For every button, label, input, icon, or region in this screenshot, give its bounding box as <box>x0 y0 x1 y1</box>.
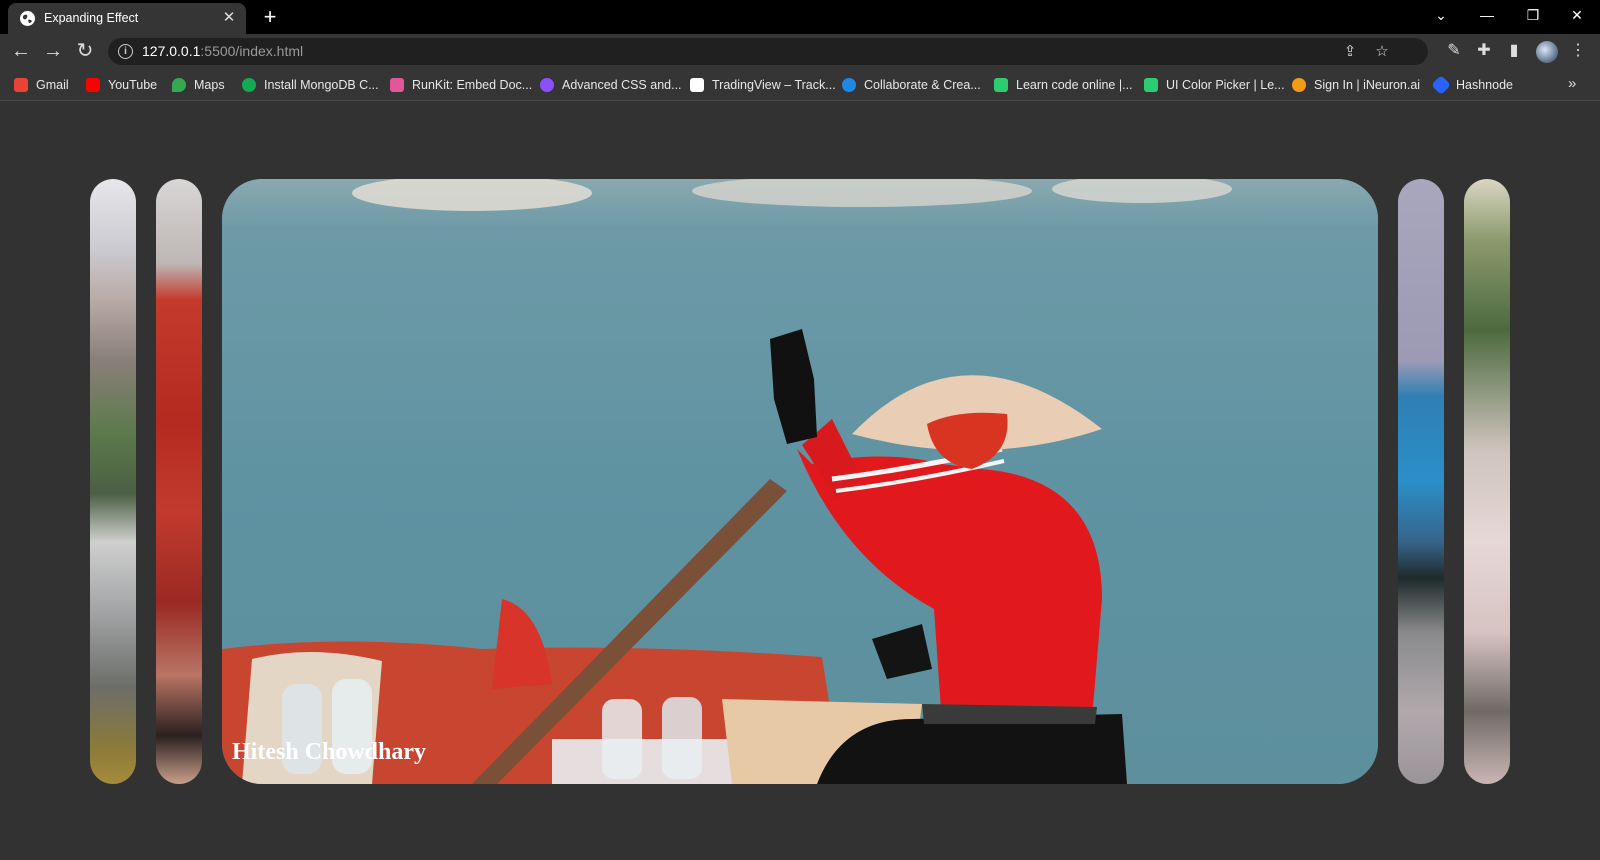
bookmark-item[interactable]: Hashnode <box>1431 75 1513 95</box>
minimize-button[interactable]: — <box>1464 0 1510 30</box>
tab-title: Expanding Effect <box>44 11 139 25</box>
bookmark-item[interactable]: Advanced CSS and... <box>540 76 682 94</box>
bookmark-item[interactable]: TradingView – Track... <box>690 76 836 94</box>
bookmark-item[interactable]: Install MongoDB C... <box>242 76 379 94</box>
share-icon[interactable]: ⇪ <box>1340 42 1360 62</box>
youtube-icon <box>86 78 100 92</box>
bookmark-label: Collaborate & Crea... <box>864 78 981 92</box>
bookmark-item[interactable]: YouTube <box>86 76 157 94</box>
bookmark-label: Learn code online |... <box>1016 78 1133 92</box>
browser-toolbar: ← → ↻ i 127.0.0.1:5500/index.html ⇪ ☆ ✎ … <box>0 34 1600 68</box>
more-bookmarks-icon[interactable]: » <box>1568 75 1576 92</box>
bookmarks-bar: Gmail YouTube Maps Install MongoDB C... … <box>0 68 1600 101</box>
close-window-button[interactable]: ✕ <box>1554 0 1600 30</box>
bookmark-item[interactable]: UI Color Picker | Le... <box>1144 76 1285 94</box>
bookmark-item[interactable]: Sign In | iNeuron.ai <box>1292 76 1420 94</box>
reload-button[interactable]: ↻ <box>72 39 98 63</box>
new-tab-button[interactable]: + <box>258 5 282 29</box>
url-host: 127.0.0.1 <box>142 43 201 59</box>
bookmark-label: YouTube <box>108 78 158 92</box>
bookmark-label: Maps <box>194 78 225 92</box>
side-panel-icon[interactable]: ▮ <box>1504 41 1524 61</box>
tradingview-icon <box>690 78 704 92</box>
mongodb-icon <box>242 78 256 92</box>
profile-avatar[interactable] <box>1536 41 1558 63</box>
colorpicker-icon <box>1144 78 1158 92</box>
bookmark-label: UI Color Picker | Le... <box>1166 78 1285 92</box>
restore-button[interactable]: ❐ <box>1510 0 1556 30</box>
gallery-panel-ruins[interactable] <box>1464 179 1510 784</box>
bookmark-label: TradingView – Track... <box>712 78 836 92</box>
tab-search-icon[interactable]: ⌄ <box>1418 0 1464 30</box>
tab-close-icon[interactable]: ✕ <box>220 9 238 27</box>
udemy-icon <box>540 78 554 92</box>
panel-caption: Hitesh Chowdhary <box>232 739 427 765</box>
back-button[interactable]: ← <box>8 39 34 63</box>
site-info-icon[interactable]: i <box>118 44 133 59</box>
bookmark-label: Sign In | iNeuron.ai <box>1314 78 1421 92</box>
url-path: :5500/index.html <box>200 43 304 59</box>
scrimba-icon <box>994 78 1008 92</box>
bookmark-label: Advanced CSS and... <box>562 78 682 92</box>
bookmark-label: Gmail <box>36 78 69 92</box>
active-panel-photo <box>222 179 1378 784</box>
bookmark-label: RunKit: Embed Doc... <box>412 78 533 92</box>
maps-icon <box>172 78 186 92</box>
gallery-panel-city[interactable] <box>90 179 136 784</box>
bookmark-item[interactable]: RunKit: Embed Doc... <box>390 76 532 94</box>
gallery-panel-active[interactable]: Hitesh Chowdhary <box>222 179 1378 784</box>
bookmark-item[interactable]: Maps <box>172 76 225 94</box>
menu-kebab-icon[interactable]: ⋮ <box>1568 41 1588 61</box>
gallery-panel-temple[interactable] <box>156 179 202 784</box>
bookmark-item[interactable]: Collaborate & Crea... <box>842 76 981 94</box>
extension-pen-icon[interactable]: ✎ <box>1444 41 1464 61</box>
gallery-panel-train[interactable] <box>1398 179 1444 784</box>
browser-tab[interactable]: Expanding Effect ✕ <box>8 3 246 34</box>
bookmark-item[interactable]: Learn code online |... <box>994 76 1133 94</box>
bookmark-item[interactable]: Gmail <box>14 76 69 94</box>
extensions-puzzle-icon[interactable]: ✚ <box>1474 41 1494 61</box>
title-bar: Expanding Effect ✕ + ⌄ — ❐ ✕ <box>0 0 1600 34</box>
canva-icon <box>842 78 856 92</box>
ineuron-icon <box>1292 78 1306 92</box>
url-text[interactable]: 127.0.0.1:5500/index.html <box>142 43 303 59</box>
bookmark-star-icon[interactable]: ☆ <box>1372 42 1392 62</box>
hashnode-icon <box>1431 75 1451 95</box>
globe-icon <box>20 11 35 26</box>
bookmark-label: Install MongoDB C... <box>264 78 379 92</box>
forward-button[interactable]: → <box>40 39 66 63</box>
bookmark-label: Hashnode <box>1456 78 1513 92</box>
runkit-icon <box>390 78 404 92</box>
gmail-icon <box>14 78 28 92</box>
address-bar[interactable]: i 127.0.0.1:5500/index.html ⇪ ☆ <box>108 38 1428 65</box>
